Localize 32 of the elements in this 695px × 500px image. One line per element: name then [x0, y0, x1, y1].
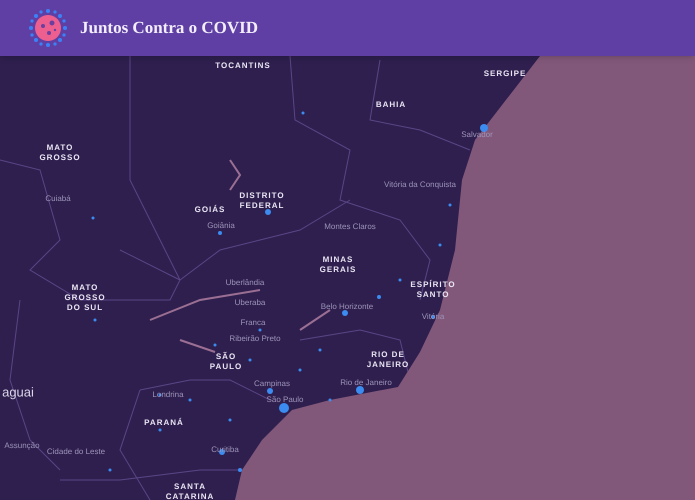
city-label: Uberlândia	[226, 278, 264, 288]
city-label: Rio de Janeiro	[340, 378, 392, 388]
virus-icon	[28, 8, 68, 48]
city-label: Curitiba	[211, 445, 239, 455]
state-label: MINAS GERAIS	[320, 255, 356, 275]
state-label: ESPÍRITO SANTO	[410, 280, 456, 300]
state-label: SERGIPE	[484, 69, 526, 79]
state-label: TOCANTINS	[215, 61, 271, 71]
city-label: Assunção	[4, 441, 40, 451]
state-label: SÃO PAULO	[210, 352, 242, 372]
city-label: Vitória da Conquista	[384, 180, 456, 190]
state-label: PARANÁ	[144, 418, 184, 428]
city-label: Londrina	[152, 390, 184, 400]
city-label: Uberaba	[234, 298, 266, 308]
city-label: Cidade do Leste	[46, 447, 106, 457]
city-label: Campinas	[254, 379, 290, 389]
city-label: Ribeirão Preto	[229, 334, 281, 344]
city-label: São Paulo	[266, 395, 304, 405]
state-label: SANTA CATARINA	[166, 482, 214, 500]
app-title: Juntos Contra o COVID	[80, 17, 258, 40]
city-label: Belo Horizonte	[320, 302, 374, 312]
state-label: BAHIA	[376, 100, 406, 110]
city-label: Goiânia	[207, 221, 235, 231]
country-label: aguai	[2, 383, 34, 402]
state-label: RIO DE JANEIRO	[366, 350, 410, 370]
city-label: Franca	[240, 318, 266, 328]
state-label: MATO GROSSO DO SUL	[63, 283, 107, 313]
state-label: DISTRITO FEDERAL	[239, 191, 285, 211]
city-label: Montes Claros	[324, 222, 376, 232]
state-label: MATO GROSSO	[39, 143, 81, 163]
state-label: GOIÁS	[194, 205, 226, 215]
city-label: Cuiabá	[45, 194, 71, 204]
